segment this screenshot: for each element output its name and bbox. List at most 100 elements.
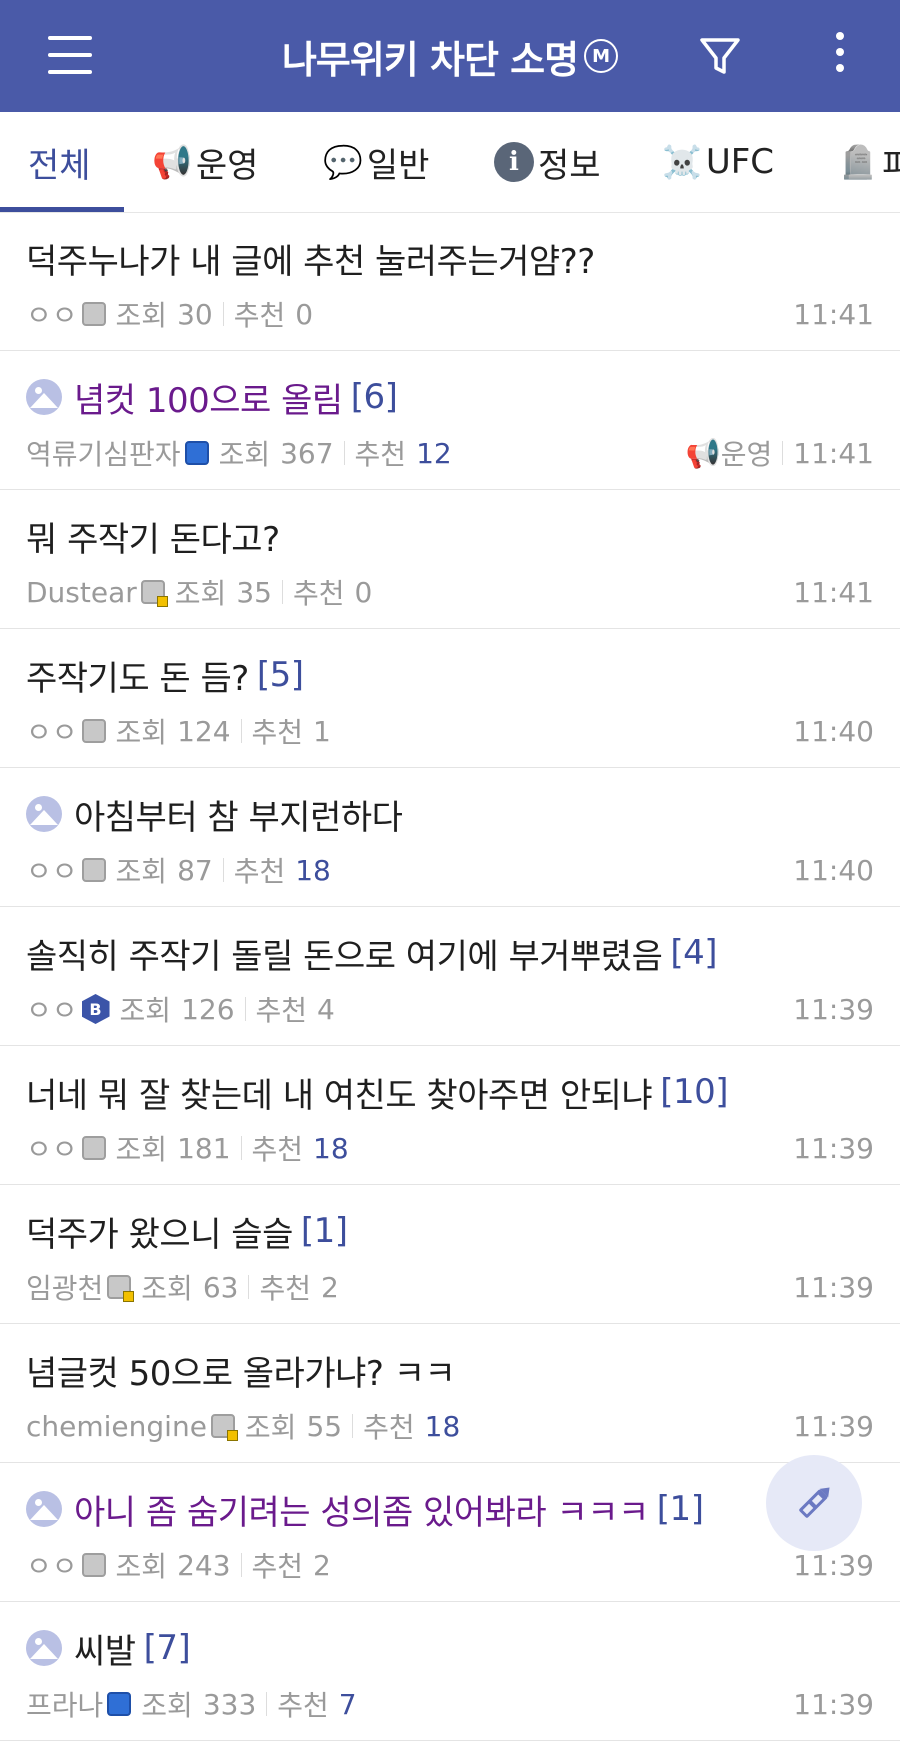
recommend-label: 추천	[251, 716, 304, 749]
post-title: 씨발 [7]	[26, 1624, 191, 1672]
user-level-icon	[210, 1414, 238, 1441]
views-label: 조회	[115, 299, 168, 332]
comment-count: [1]	[300, 1211, 348, 1251]
hamburger-icon[interactable]	[48, 36, 92, 76]
filter-icon[interactable]	[696, 32, 744, 80]
recommend-count: 2	[313, 1548, 331, 1582]
post-item[interactable]: 아니 좀 숨기려는 성의좀 있어봐라 ㅋㅋㅋ [1] ㅇㅇ 조회 243 추천 …	[0, 1463, 900, 1602]
post-author: ㅇㅇ	[26, 716, 78, 749]
comment-count: [10]	[660, 1072, 728, 1112]
post-time: 11:40	[793, 714, 874, 748]
post-item[interactable]: 덕주가 왔으니 슬슬 [1] 임광천 조회 63 추천 2 11:39	[0, 1185, 900, 1324]
post-title-text: 덕주가 왔으니 슬슬	[26, 1214, 293, 1255]
post-item[interactable]: 씨발 [7] 프라나 조회 333 추천 7 11:39	[0, 1602, 900, 1741]
post-title: 뭐 주작기 돈다고?	[26, 512, 280, 560]
meta-divider	[782, 441, 784, 465]
user-level-icon	[81, 1553, 106, 1577]
post-item[interactable]: 솔직히 주작기 돌릴 돈으로 여기에 부거뿌렸음 [4] ㅇㅇ B 조회 126…	[0, 907, 900, 1046]
recommend-label: 추천	[251, 1133, 304, 1166]
post-title: 아침부터 참 부지런하다	[26, 790, 403, 838]
recommend-count: 1	[313, 714, 331, 748]
post-time: 11:39	[793, 1409, 874, 1443]
tab-partial[interactable]: 🪦 피	[838, 112, 900, 212]
post-time: 11:40	[793, 853, 874, 887]
views-label: 조회	[115, 855, 168, 888]
views-label: 조회	[244, 1411, 297, 1444]
views-label: 조회	[174, 577, 227, 610]
tab-info[interactable]: i 정보	[494, 112, 601, 212]
post-title-text: 씨발	[74, 1631, 136, 1672]
views-count: 30	[177, 297, 213, 331]
post-item[interactable]: 념컷 100으로 올림 [6] 역류기심판자 조회 367 추천 12 📢 운영…	[0, 351, 900, 490]
post-author: 역류기심판자	[26, 438, 181, 471]
user-level-icon	[184, 441, 209, 465]
gallery-title[interactable]: 나무위키 차단 소명	[282, 29, 579, 84]
recommend-label: 추천	[277, 1689, 329, 1722]
views-label: 조회	[115, 716, 168, 749]
views-count: 124	[177, 714, 231, 748]
category-tabs: 전체 📢 운영 💬 일반 i 정보 ☠️ UFC 🪦 피	[0, 112, 900, 213]
post-time: 11:39	[793, 1270, 874, 1304]
recommend-label: 추천	[251, 1550, 304, 1583]
meta-divider	[266, 1692, 268, 1716]
views-count: 333	[202, 1687, 257, 1721]
tab-general[interactable]: 💬 일반	[323, 112, 429, 212]
post-title: 너네 뭐 잘 찾는데 내 여친도 찾아주면 안되냐 [10]	[26, 1068, 728, 1116]
more-vertical-icon[interactable]	[820, 32, 860, 80]
speech-bubble-icon: 💬	[323, 143, 363, 181]
post-time: 11:39	[793, 1131, 874, 1165]
post-time: 11:41	[793, 297, 874, 331]
post-item[interactable]: 덕주누나가 내 글에 추천 눌러주는거얌?? ㅇㅇ 조회 30 추천 0 11:…	[0, 212, 900, 351]
post-author: Dustear	[26, 575, 137, 609]
tab-all-label: 전체	[28, 145, 91, 186]
views-label: 조회	[218, 438, 271, 471]
views-label: 조회	[141, 1272, 193, 1305]
recommend-count: 0	[354, 575, 373, 609]
post-meta: 역류기심판자 조회 367 추천 12 📢 운영 11:41	[26, 431, 874, 475]
tab-operation[interactable]: 📢 운영	[152, 112, 258, 212]
post-title-text: 아침부터 참 부지런하다	[74, 797, 403, 838]
skull-icon: ☠️	[662, 143, 702, 181]
meta-divider	[222, 302, 224, 326]
meta-divider	[281, 580, 283, 604]
post-title-text: 솔직히 주작기 돌릴 돈으로 여기에 부거뿌렸음	[26, 936, 663, 977]
user-level-icon	[81, 858, 106, 882]
post-title-text: 덕주누나가 내 글에 추천 눌러주는거얌??	[26, 241, 595, 282]
meta-divider	[240, 1136, 242, 1160]
comment-count: [4]	[670, 933, 718, 973]
tab-ufc[interactable]: ☠️ UFC	[662, 112, 774, 212]
write-post-button[interactable]	[766, 1455, 862, 1551]
post-title-text: 뭐 주작기 돈다고?	[26, 519, 280, 560]
app-header: 나무위키 차단 소명 M	[0, 0, 900, 112]
recommend-count: 18	[295, 853, 331, 887]
post-title-text: 념글컷 50으로 올라가냐? ㅋㅋ	[26, 1353, 456, 1394]
meta-divider	[240, 1553, 242, 1577]
post-meta: ㅇㅇ 조회 124 추천 1 11:40	[26, 709, 874, 753]
post-meta: chemiengine 조회 55 추천 18 11:39	[26, 1404, 874, 1448]
recommend-label: 추천	[259, 1272, 311, 1305]
post-item[interactable]: 너네 뭐 잘 찾는데 내 여친도 찾아주면 안되냐 [10] ㅇㅇ 조회 181…	[0, 1046, 900, 1185]
recommend-count: 0	[295, 297, 314, 331]
image-attachment-icon	[26, 379, 62, 415]
tab-all[interactable]: 전체	[28, 112, 91, 212]
post-item[interactable]: 아침부터 참 부지런하다 ㅇㅇ 조회 87 추천 18 11:40	[0, 768, 900, 907]
post-author: 프라나	[26, 1689, 104, 1722]
views-count: 126	[181, 992, 235, 1026]
post-item[interactable]: 뭐 주작기 돈다고? Dustear 조회 35 추천 0 11:41	[0, 490, 900, 629]
post-title: 주작기도 돈 듬? [5]	[26, 651, 304, 699]
views-label: 조회	[119, 994, 172, 1027]
post-title-text: 너네 뭐 잘 찾는데 내 여친도 찾아주면 안되냐	[26, 1075, 653, 1116]
views-label: 조회	[115, 1133, 168, 1166]
recommend-count: 18	[313, 1131, 349, 1165]
recommend-count: 7	[338, 1687, 357, 1721]
meta-divider	[244, 997, 246, 1021]
tab-operation-label: 운영	[195, 145, 259, 186]
post-item[interactable]: 념글컷 50으로 올라가냐? ㅋㅋ chemiengine 조회 55 추천 1…	[0, 1324, 900, 1463]
minor-gallery-badge: M	[584, 39, 619, 73]
post-author: ㅇㅇ	[26, 994, 78, 1027]
post-item[interactable]: 주작기도 돈 듬? [5] ㅇㅇ 조회 124 추천 1 11:40	[0, 629, 900, 768]
recommend-count: 18	[424, 1409, 461, 1443]
meta-divider	[248, 1275, 250, 1299]
user-level-icon	[107, 1692, 132, 1716]
views-count: 243	[177, 1548, 231, 1582]
